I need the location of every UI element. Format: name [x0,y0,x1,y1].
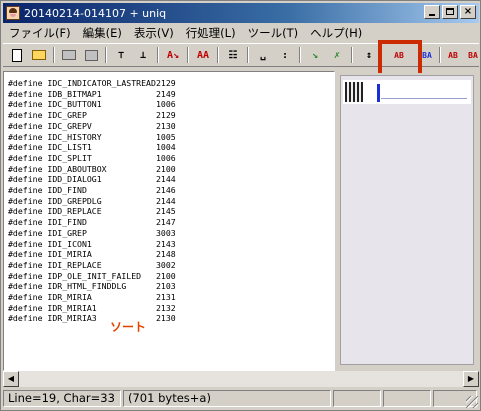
remove-icon: ✗ [333,49,341,61]
move-top-icon: ⊤ [117,49,125,61]
move-bottom-button[interactable]: ⊥ [133,46,153,64]
preview-cursor [377,84,380,102]
move-bottom-icon: ⊥ [139,49,147,61]
maximize-button[interactable] [442,5,458,19]
colon-button[interactable]: : [275,46,295,64]
new-file-button[interactable] [7,46,27,64]
uppercase-icon: AA [196,49,210,61]
toolbar-separator [299,47,301,63]
menu-file[interactable]: ファイル(F) [3,25,77,41]
apply-icon: ↘ [311,49,319,61]
sort-ascending-icon: A↘ [166,49,180,61]
code-line[interactable]: #define IDR_HTML_FINDDLG 2103 [8,281,176,292]
barcode-icon [345,82,363,102]
toolbar-separator [105,47,107,63]
app-window: 20140214-014107 + uniq × ファイル(F) 編集(E) 表… [0,0,481,411]
status-field-empty [333,390,381,407]
print-preview-icon [84,49,98,61]
toolbar-separator [217,47,219,63]
reverse-ba-button[interactable]: BA [463,46,481,64]
minimize-button[interactable] [424,5,440,19]
toolbar-separator [157,47,159,63]
close-button[interactable]: × [460,5,476,19]
print-icon [62,50,76,60]
reverse-ba-icon: BA [468,50,478,60]
code-line[interactable]: #define IDC_BUTTON1 1006 [8,99,176,110]
apply-button[interactable]: ↘ [305,46,325,64]
scroll-right-button[interactable]: ▶ [463,371,479,387]
open-file-button[interactable] [29,46,49,64]
code-line[interactable]: #define IDI_MIRIA 2148 [8,249,176,260]
reverse-ab-icon: AB [448,50,458,60]
cursor-position: Line=19, Char=33 [3,390,121,407]
title-bar[interactable]: 20140214-014107 + uniq × [3,3,479,23]
resize-grip-icon[interactable] [466,396,478,408]
preview-strip [343,80,471,104]
open-folder-icon [32,50,46,60]
code-line[interactable]: #define IDD_GREPDLG 2144 [8,196,176,207]
status-bar: Line=19, Char=33 (701 bytes+a) [3,389,479,409]
toolbar-separator [351,47,353,63]
toolbar-separator [53,47,55,63]
horizontal-scrollbar[interactable]: ◀ ▶ [3,371,479,387]
code-line[interactable]: #define IDR_MIRIA 2131 [8,292,176,303]
colon-icon: : [281,49,289,61]
code-line[interactable]: #define IDC_GREPV 2130 [8,121,176,132]
code-line[interactable]: #define IDR_MIRIA3 2130 [8,313,176,324]
toolbar-separator [439,47,441,63]
code-line[interactable]: #define IDD_FIND 2146 [8,185,176,196]
menu-view[interactable]: 表示(V) [128,25,180,41]
code-line[interactable]: #define IDP_OLE_INIT_FAILED 2100 [8,271,176,282]
toolbar-separator [247,47,249,63]
uppercase-button[interactable]: AA [193,46,213,64]
menu-line-process[interactable]: 行処理(L) [180,25,242,41]
swap-updown-button[interactable]: ↕ [359,46,379,64]
sort-caption: ソート [110,320,147,334]
remove-button[interactable]: ✗ [327,46,347,64]
columns-icon: ☷ [228,49,238,61]
sort-ascending-button[interactable]: A↘ [163,46,183,64]
code-lines: #define IDC_INDICATOR_LASTREAD2129 #defi… [8,78,176,324]
print-button[interactable] [59,46,79,64]
preview-panel [338,73,478,369]
code-line[interactable]: #define IDC_SPLIT 1006 [8,153,176,164]
toolbar-separator [187,47,189,63]
preview-line [381,98,467,99]
window-title: 20140214-014107 + uniq [24,6,167,20]
window-controls: × [422,5,476,19]
app-icon[interactable] [6,6,20,20]
text-editor[interactable]: #define IDC_INDICATOR_LASTREAD2129 #defi… [3,71,335,371]
sort-ba-icon: BA [422,50,432,60]
print-preview-button[interactable] [81,46,101,64]
code-line[interactable]: #define IDI_ICON1 2143 [8,239,176,250]
status-field-empty [383,390,431,407]
code-line[interactable]: #define IDC_GREP 2129 [8,110,176,121]
code-line[interactable]: #define IDB_BITMAP1 2149 [8,89,176,100]
code-line[interactable]: #define IDI_FIND 2147 [8,217,176,228]
code-line[interactable]: #define IDI_REPLACE 3002 [8,260,176,271]
code-line[interactable]: #define IDI_GREP 3003 [8,228,176,239]
code-line[interactable]: #define IDD_ABOUTBOX 2100 [8,164,176,175]
file-size: (701 bytes+a) [123,390,331,407]
scroll-left-button[interactable]: ◀ [3,371,19,387]
code-line[interactable]: #define IDD_REPLACE 2145 [8,206,176,217]
space-icon: ␣ [259,49,267,61]
swap-updown-icon: ↕ [365,49,373,61]
code-line[interactable]: #define IDC_INDICATOR_LASTREAD2129 [8,78,176,89]
code-line[interactable]: #define IDR_MIRIA1 2132 [8,303,176,314]
space-button[interactable]: ␣ [253,46,273,64]
code-line[interactable]: #define IDC_HISTORY 1005 [8,132,176,143]
reverse-ab-button[interactable]: AB [443,46,463,64]
menu-tools[interactable]: ツール(T) [242,25,305,41]
preview-pane[interactable] [340,75,474,365]
new-file-icon [12,48,22,62]
code-line[interactable]: #define IDD_DIALOG1 2144 [8,174,176,185]
menu-edit[interactable]: 編集(E) [77,25,128,41]
columns-button[interactable]: ☷ [223,46,243,64]
menu-help[interactable]: ヘルプ(H) [304,25,368,41]
code-line[interactable]: #define IDC_LIST1 1004 [8,142,176,153]
move-top-button[interactable]: ⊤ [111,46,131,64]
